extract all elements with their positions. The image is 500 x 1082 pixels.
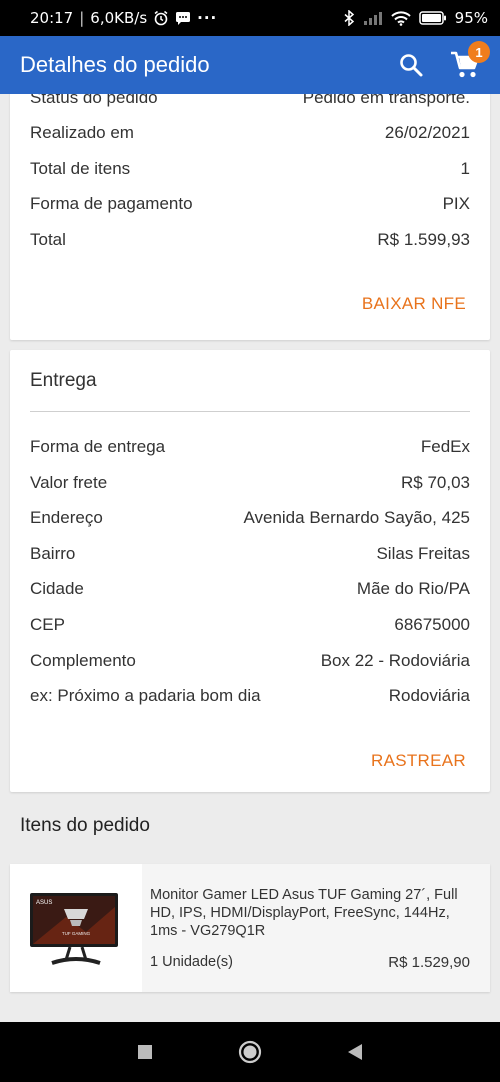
row-label: Forma de entrega [30, 437, 166, 456]
page-title: Detalhes do pedido [20, 52, 210, 77]
row-value: Rodoviária [388, 686, 470, 705]
download-nfe-button[interactable]: BAIXAR NFE [362, 294, 466, 314]
row-label: Status do pedido [30, 94, 158, 107]
row-value: PIX [442, 194, 470, 213]
product-quantity: 1 Unidade(s) [150, 954, 234, 970]
status-bar: 20:17 | 6,0KB/s ··· 95% [0, 0, 500, 36]
row-label: Total [30, 230, 66, 249]
monitor-image: ASUS TUF GAMING [30, 893, 118, 965]
signal-icon [363, 11, 383, 25]
reference-row: ex: Próximo a padaria bom dia Rodoviária [30, 686, 470, 706]
bluetooth-icon [343, 10, 355, 26]
row-label: Valor frete [30, 473, 108, 492]
row-value: 68675000 [394, 615, 470, 634]
divider [30, 411, 470, 412]
wifi-icon [390, 10, 411, 26]
delivery-section-title: Entrega [30, 370, 97, 391]
row-label: Total de itens [30, 159, 131, 178]
more-notifications-icon: ··· [197, 9, 218, 27]
row-label: ex: Próximo a padaria bom dia [30, 686, 261, 705]
delivery-card: Entrega Forma de entrega FedEx Valor fre… [10, 350, 490, 792]
row-label: Endereço [30, 508, 103, 527]
row-value: Pedido em transporte. [302, 94, 470, 107]
order-date-row: Realizado em 26/02/2021 [30, 123, 470, 143]
row-value: 26/02/2021 [384, 123, 470, 142]
cart-count-badge: 1 [468, 41, 490, 63]
battery-icon [418, 11, 447, 25]
row-label: CEP [30, 615, 65, 634]
order-total-items-row: Total de itens 1 [30, 159, 470, 179]
postal-code-row: CEP 68675000 [30, 615, 470, 635]
complement-row: Complemento Box 22 - Rodoviária [30, 651, 470, 671]
row-label: Realizado em [30, 123, 134, 142]
shipping-cost-row: Valor frete R$ 70,03 [30, 473, 470, 493]
product-image: ASUS TUF GAMING [10, 864, 142, 992]
system-nav-bar [0, 1022, 500, 1082]
alarm-icon [153, 10, 169, 26]
row-value: Box 22 - Rodoviária [320, 651, 470, 670]
row-value: 1 [460, 159, 470, 178]
app-bar: Detalhes do pedido 1 [0, 36, 500, 94]
neighborhood-row: Bairro Silas Freitas [30, 544, 470, 564]
order-details-content[interactable]: Status do pedido Pedido em transporte. R… [0, 94, 500, 1022]
row-label: Bairro [30, 544, 76, 563]
cart-button[interactable]: 1 [450, 41, 490, 79]
order-payment-row: Forma de pagamento PIX [30, 194, 470, 214]
back-triangle-icon [348, 1044, 362, 1060]
track-button[interactable]: RASTREAR [371, 751, 466, 771]
row-value: Avenida Bernardo Sayão, 425 [243, 508, 470, 527]
battery-level: 95% [454, 9, 488, 27]
order-item-card[interactable]: ASUS TUF GAMING Monitor Gamer LED Asus T… [10, 864, 490, 992]
row-label: Forma de pagamento [30, 194, 193, 213]
row-label: Cidade [30, 579, 84, 598]
row-value: FedEx [420, 437, 470, 456]
square-icon [138, 1045, 152, 1059]
search-icon[interactable] [398, 52, 424, 78]
address-row: Endereço Avenida Bernardo Sayão, 425 [30, 508, 470, 528]
items-section-title: Itens do pedido [20, 815, 150, 836]
status-time: 20:17 [30, 9, 74, 27]
recent-apps-button[interactable] [137, 1044, 153, 1060]
row-value: R$ 1.599,93 [377, 230, 470, 249]
row-value: R$ 70,03 [401, 473, 470, 492]
image-caption-text: TUF GAMING [62, 931, 91, 936]
back-button[interactable] [347, 1043, 363, 1061]
circle-icon [238, 1040, 262, 1064]
order-summary-card: Status do pedido Pedido em transporte. R… [10, 94, 490, 340]
row-value: Mãe do Rio/PA [356, 579, 470, 598]
image-brand-text: ASUS [36, 900, 52, 906]
city-row: Cidade Mãe do Rio/PA [30, 579, 470, 599]
order-total-row: Total R$ 1.599,93 [30, 230, 470, 250]
status-net-speed: 6,0KB/s [90, 9, 148, 27]
row-label: Complemento [30, 651, 136, 670]
row-value: Silas Freitas [376, 544, 470, 563]
product-price: R$ 1.529,90 [388, 954, 470, 971]
home-button[interactable] [238, 1040, 262, 1064]
delivery-method-row: Forma de entrega FedEx [30, 437, 470, 457]
order-status-row: Status do pedido Pedido em transporte. [30, 94, 470, 108]
message-icon [175, 10, 191, 26]
product-name: Monitor Gamer LED Asus TUF Gaming 27´, F… [150, 887, 458, 939]
